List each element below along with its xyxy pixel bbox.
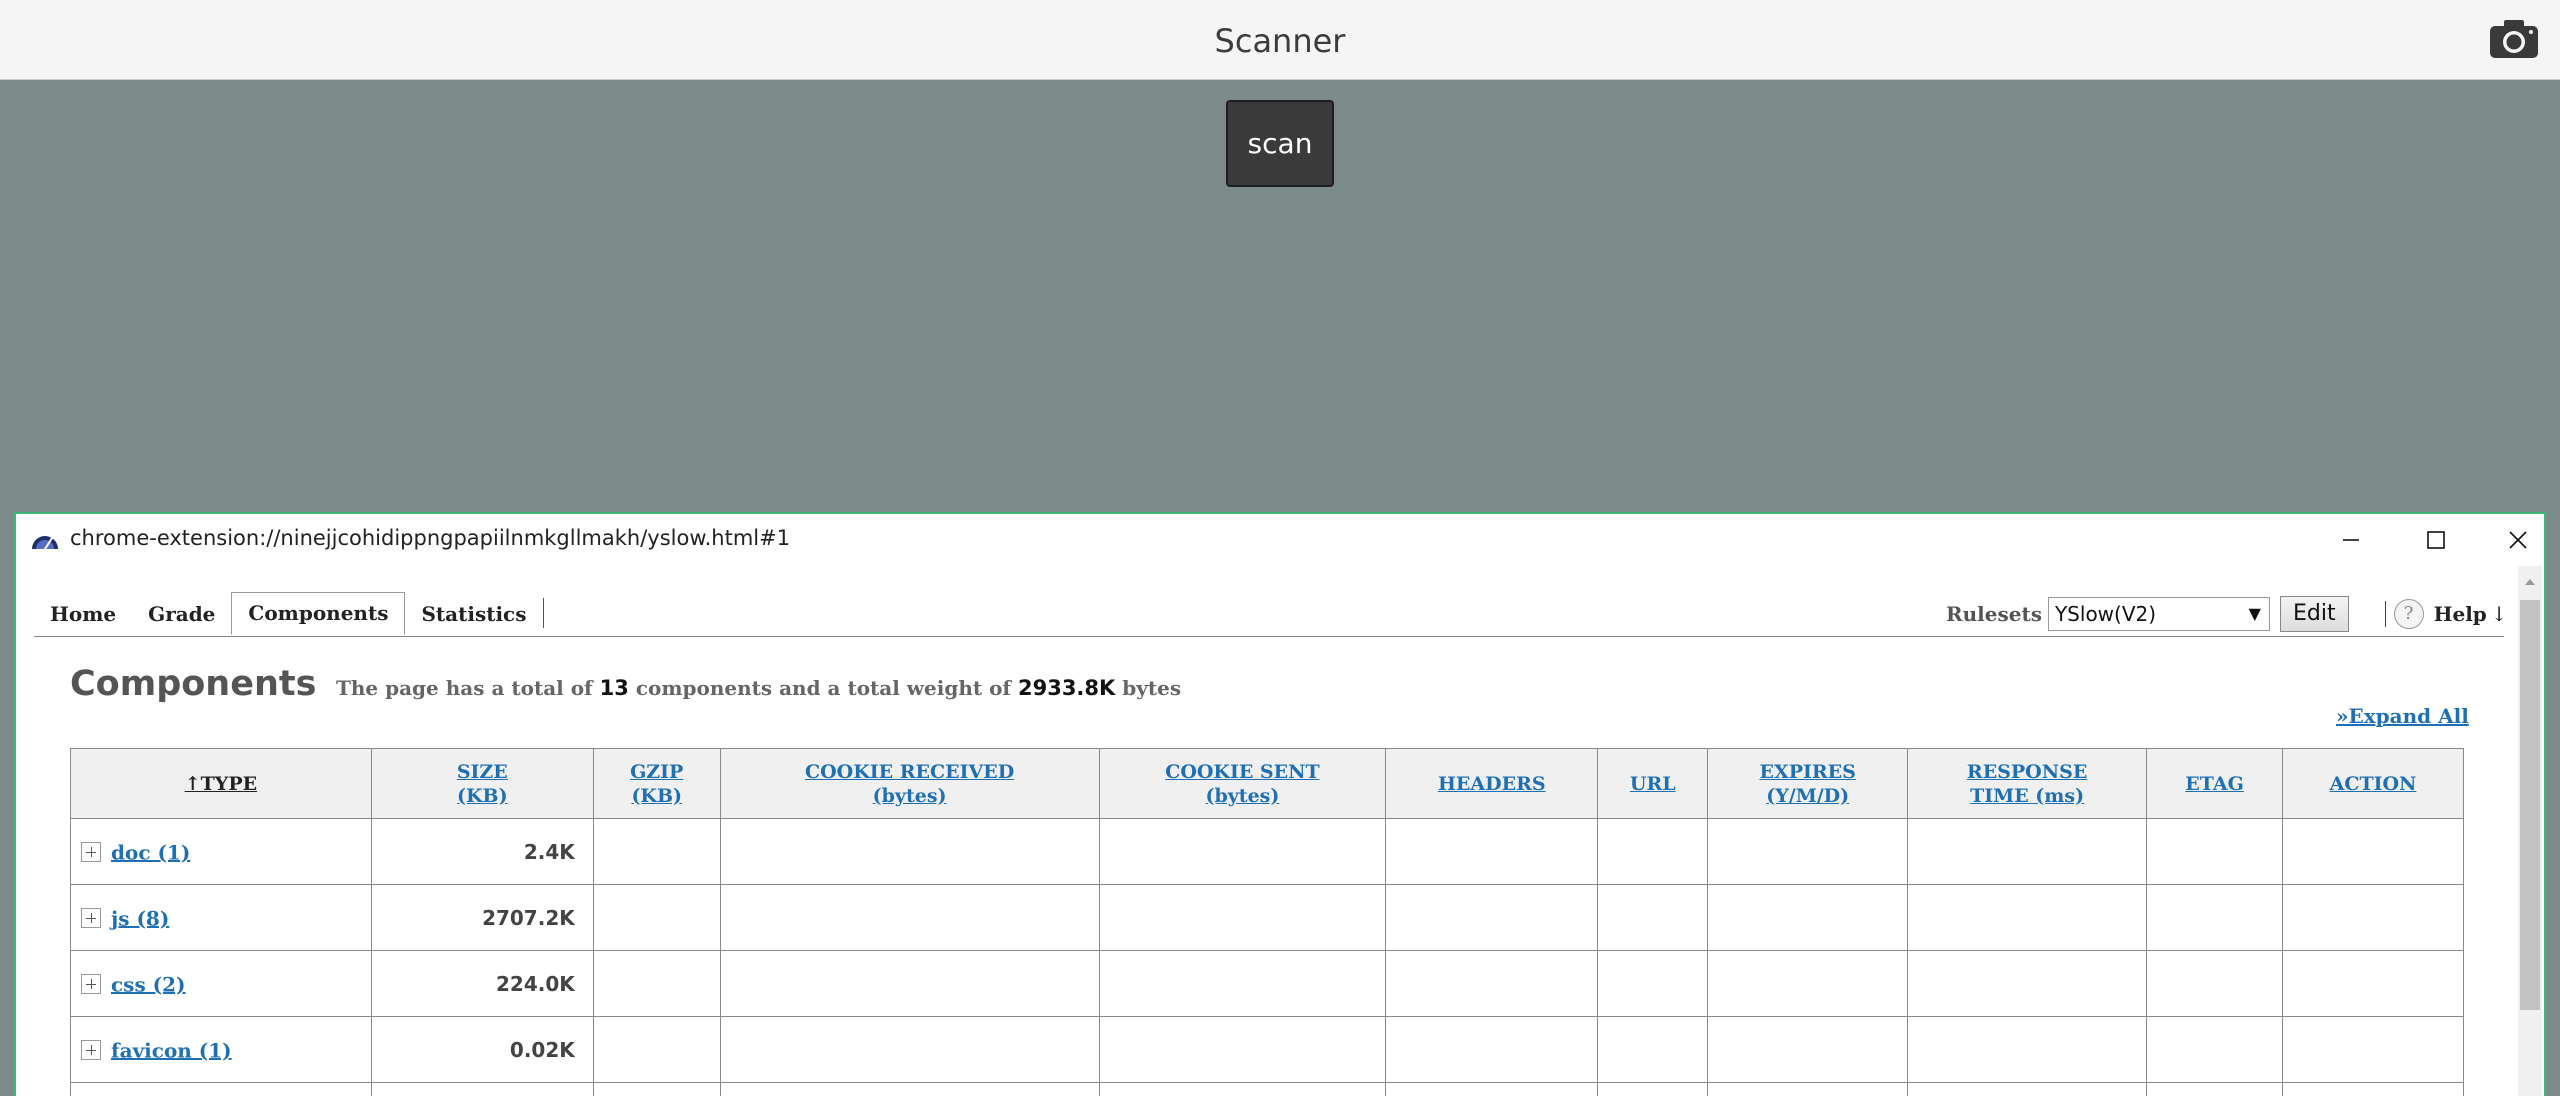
col-header-action[interactable]: ACTION [2282, 748, 2464, 819]
dropdown-arrow-icon: ▼ [2248, 604, 2261, 623]
window-titlebar: chrome-extension://ninejjcohidippngpapii… [16, 514, 2544, 566]
expand-icon[interactable] [81, 1040, 101, 1061]
rulesets-value: YSlow(V2) [2054, 602, 2157, 626]
maximize-icon[interactable] [2410, 522, 2460, 558]
expand-icon[interactable] [81, 908, 101, 929]
size-cell: 224.0K [370, 950, 594, 1017]
app-top-bar: Scanner [0, 0, 2560, 80]
window-url: chrome-extension://ninejjcohidippngpapii… [70, 526, 791, 550]
summary-text-post: bytes [1122, 676, 1182, 700]
type-cell: doc (1) [70, 818, 372, 885]
edit-button[interactable]: Edit [2279, 596, 2349, 632]
expand-all-link[interactable]: »Expand All [2336, 704, 2469, 728]
tab-home[interactable]: Home [34, 594, 132, 634]
col-header-cookie-received[interactable]: COOKIE RECEIVED (bytes) [719, 748, 1100, 819]
size-cell [370, 1082, 594, 1096]
components-summary: The page has a total of 13 components an… [336, 676, 1181, 700]
rulesets-label: Rulesets [1946, 602, 2042, 626]
tab-bar: Home Grade Components Statistics [34, 592, 544, 635]
rulesets-toolbar: Rulesets YSlow(V2) ▼ Edit ? Help ↓ [1946, 594, 2508, 634]
col-header-type[interactable]: ↑TYPE [70, 748, 372, 819]
components-table: ↑TYPE SIZE (KB) GZIP (KB) COOKIE RECEIVED(… [70, 748, 2464, 1096]
table-row: js (8) 2707.2K [70, 884, 2464, 951]
type-cell: js (8) [70, 884, 372, 951]
table-row: css (2) 224.0K [70, 950, 2464, 1017]
tab-separator [542, 598, 544, 628]
tab-statistics[interactable]: Statistics [405, 594, 542, 634]
type-link-js[interactable]: js (8) [111, 906, 169, 930]
col-header-expires[interactable]: EXPIRES (Y/M/D) [1707, 748, 1909, 819]
summary-text-mid: components and a total weight of [635, 676, 1012, 700]
col-header-url[interactable]: URL [1597, 748, 1709, 819]
table-row: doc (1) 2.4K [70, 818, 2464, 885]
total-weight: 2933.8K [1017, 676, 1116, 700]
app-title: Scanner [1214, 22, 1346, 60]
help-icon[interactable]: ? [2393, 599, 2424, 629]
yslow-logo-icon [30, 530, 60, 550]
page-title: Components [70, 664, 317, 704]
size-cell: 2.4K [370, 818, 594, 885]
size-cell: 2707.2K [370, 884, 594, 951]
table-header-row: ↑TYPE SIZE (KB) GZIP (KB) COOKIE RECEIVED(… [70, 748, 2464, 819]
total-components: 13 [599, 676, 629, 700]
tab-underline [34, 636, 2504, 637]
vertical-scrollbar[interactable] [2518, 566, 2542, 1096]
col-header-headers[interactable]: HEADERS [1385, 748, 1599, 819]
tab-components[interactable]: Components [231, 592, 406, 635]
table-row [70, 1082, 2464, 1096]
scroll-up-icon[interactable] [2518, 566, 2542, 596]
type-cell [70, 1082, 372, 1096]
col-header-cookie-sent[interactable]: COOKIE SENT (bytes) [1098, 748, 1387, 819]
minimize-icon[interactable] [2326, 522, 2376, 558]
col-header-response-time[interactable]: RESPONSE TIME (ms) [1907, 748, 2148, 819]
type-cell: favicon (1) [70, 1016, 372, 1083]
type-cell: css (2) [70, 950, 372, 1017]
expand-icon[interactable] [81, 842, 101, 863]
size-cell: 0.02K [370, 1016, 594, 1083]
type-link-css[interactable]: css (2) [111, 972, 186, 996]
col-header-size[interactable]: SIZE (KB) [370, 748, 594, 819]
camera-icon[interactable] [2488, 18, 2540, 60]
close-icon[interactable] [2492, 522, 2542, 558]
tab-grade[interactable]: Grade [132, 594, 231, 634]
col-header-gzip[interactable]: GZIP (KB) [592, 748, 721, 819]
extension-window: chrome-extension://ninejjcohidippngpapii… [14, 512, 2546, 1096]
help-link[interactable]: Help [2434, 602, 2487, 626]
scrollbar-thumb[interactable] [2520, 600, 2540, 1010]
summary-text-pre: The page has a total of [336, 676, 593, 700]
type-link-favicon[interactable]: favicon (1) [111, 1038, 232, 1062]
rulesets-select[interactable]: YSlow(V2) ▼ [2047, 597, 2270, 631]
help-arrow-icon: ↓ [2490, 602, 2508, 626]
scan-button[interactable]: scan [1226, 100, 1334, 187]
toolbar-separator [2384, 601, 2386, 627]
expand-icon[interactable] [81, 974, 101, 995]
table-row: favicon (1) 0.02K [70, 1016, 2464, 1083]
col-header-etag[interactable]: ETAG [2146, 748, 2283, 819]
type-link-doc[interactable]: doc (1) [111, 840, 190, 864]
